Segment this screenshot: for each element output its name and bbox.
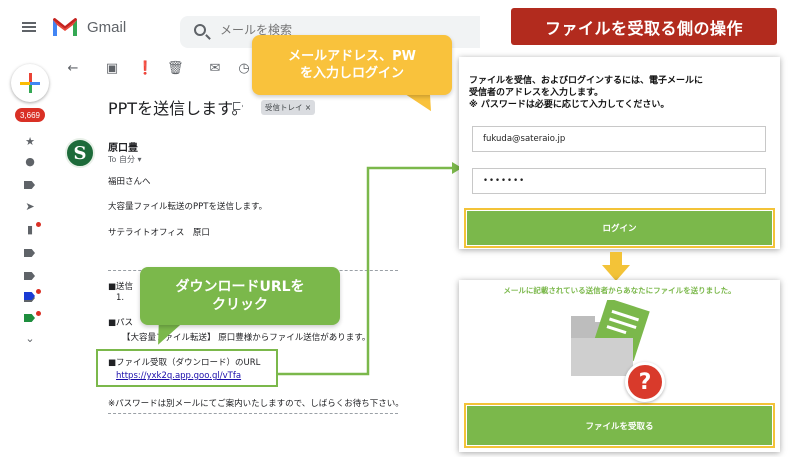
login-panel: ファイルを受信、およびログインするには、電子メールに 受信者のアドレスを入力しま…	[459, 57, 780, 249]
callout-text: ダウンロードURLを	[175, 279, 305, 295]
login-callout: メールアドレス、PW を入力しログイン	[252, 35, 452, 95]
callout-text: を入力しログイン	[299, 66, 404, 81]
download-callout: ダウンロードURLを クリック	[140, 267, 340, 325]
password-field[interactable]	[472, 168, 766, 194]
receive-file-button[interactable]: ファイルを受取る	[467, 406, 772, 445]
callout-text: クリック	[211, 297, 268, 313]
down-arrow-icon	[602, 252, 630, 281]
instruction-line: ※ パスワードは必要に応じて入力してください。	[469, 100, 670, 110]
instruction-line: ファイルを受信、およびログインするには、電子メールに	[469, 76, 704, 86]
download-message: メールに記載されている送信者からあなたにファイルを送りました。	[503, 286, 736, 295]
login-instructions: ファイルを受信、およびログインするには、電子メールに 受信者のアドレスを入力しま…	[469, 75, 774, 111]
email-field[interactable]	[472, 126, 766, 152]
callout-text: メールアドレス、PW	[288, 49, 416, 64]
question-icon: ?	[625, 362, 665, 402]
login-button[interactable]: ログイン	[467, 211, 772, 245]
instruction-line: 受信者のアドレスを入力します。	[469, 88, 604, 98]
